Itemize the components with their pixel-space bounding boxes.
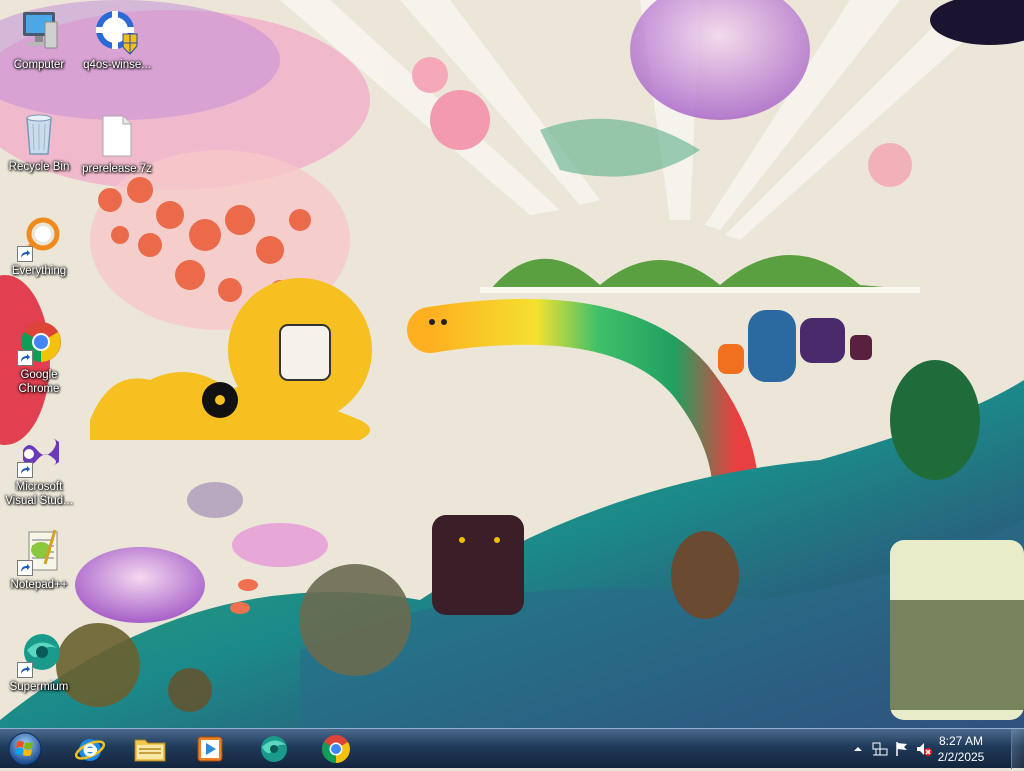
network-icon[interactable] [872,741,888,757]
computer-icon [15,8,63,56]
desktop-icon-label: Google Chrome [18,369,60,395]
everything-search-icon [15,214,63,262]
desktop-icon-supermium[interactable]: Supermium [0,630,78,694]
show-desktop-button[interactable] [1011,729,1024,769]
shield-icon [93,8,141,56]
desktop-icon-label: Recycle Bin [8,161,70,173]
windows-logo-icon [8,732,42,766]
desktop-wallpaper [0,0,1024,728]
desktop-icon-label: prerelease.7z [82,163,152,175]
desktop-icon-label: Everything [11,265,67,277]
file-explorer-icon [134,739,166,762]
shortcut-arrow-icon [17,350,33,366]
desktop-icon-label: Computer [13,59,65,71]
visual-studio-icon [15,430,63,478]
desktop-icon-visual-studio[interactable]: Microsoft Visual Stud... [0,430,78,508]
desktop-icon-label: Notepad++ [10,579,68,591]
supermium-icon [261,736,287,762]
taskbar-file-explorer[interactable] [124,732,176,766]
desktop-icon-label: Supermium [9,681,69,693]
desktop-icon-everything[interactable]: Everything [0,214,78,278]
start-button[interactable] [6,731,44,767]
taskbar-google-chrome[interactable] [310,732,362,766]
taskbar-supermium[interactable] [248,732,300,766]
desktop-icon-label: Microsoft Visual Stud... [5,481,73,507]
supermium-icon [15,630,63,678]
shortcut-arrow-icon [17,246,33,262]
chrome-icon [15,318,63,366]
clock-time: 8:27 AM [938,734,984,748]
desktop-icon-recycle-bin[interactable]: Recycle Bin [0,110,78,174]
system-tray: 8:27 AM 2/2/2025 [822,729,1012,769]
desktop-icon-notepad-plus-plus[interactable]: Notepad++ [0,528,78,592]
show-hidden-icons-chevron-icon[interactable] [850,741,866,757]
desktop-icon-q4os-winsetup[interactable]: q4os-winse... [78,8,156,72]
desktop-icon-google-chrome[interactable]: Google Chrome [0,318,78,396]
taskbar-internet-explorer[interactable] [64,732,116,766]
action-center-flag-icon[interactable] [894,741,910,757]
clock[interactable]: 8:27 AM 2/2/2025 [926,733,996,765]
desktop-icon-label: q4os-winse... [83,59,151,71]
shortcut-arrow-icon [17,560,33,576]
file-icon [93,112,141,160]
desktop-icon-prerelease-7z[interactable]: prerelease.7z [78,112,156,176]
taskbar: 8:27 AM 2/2/2025 [0,728,1024,769]
clock-date: 2/2/2025 [937,750,985,764]
recycle-bin-icon [15,110,63,158]
media-player-icon [197,736,223,762]
internet-explorer-icon [74,739,106,761]
desktop-icon-computer[interactable]: Computer [0,8,78,72]
shortcut-arrow-icon [17,662,33,678]
notepad-plus-plus-icon [15,528,63,576]
shortcut-arrow-icon [17,462,33,478]
chrome-icon [322,735,350,763]
taskbar-media-player[interactable] [184,732,236,766]
